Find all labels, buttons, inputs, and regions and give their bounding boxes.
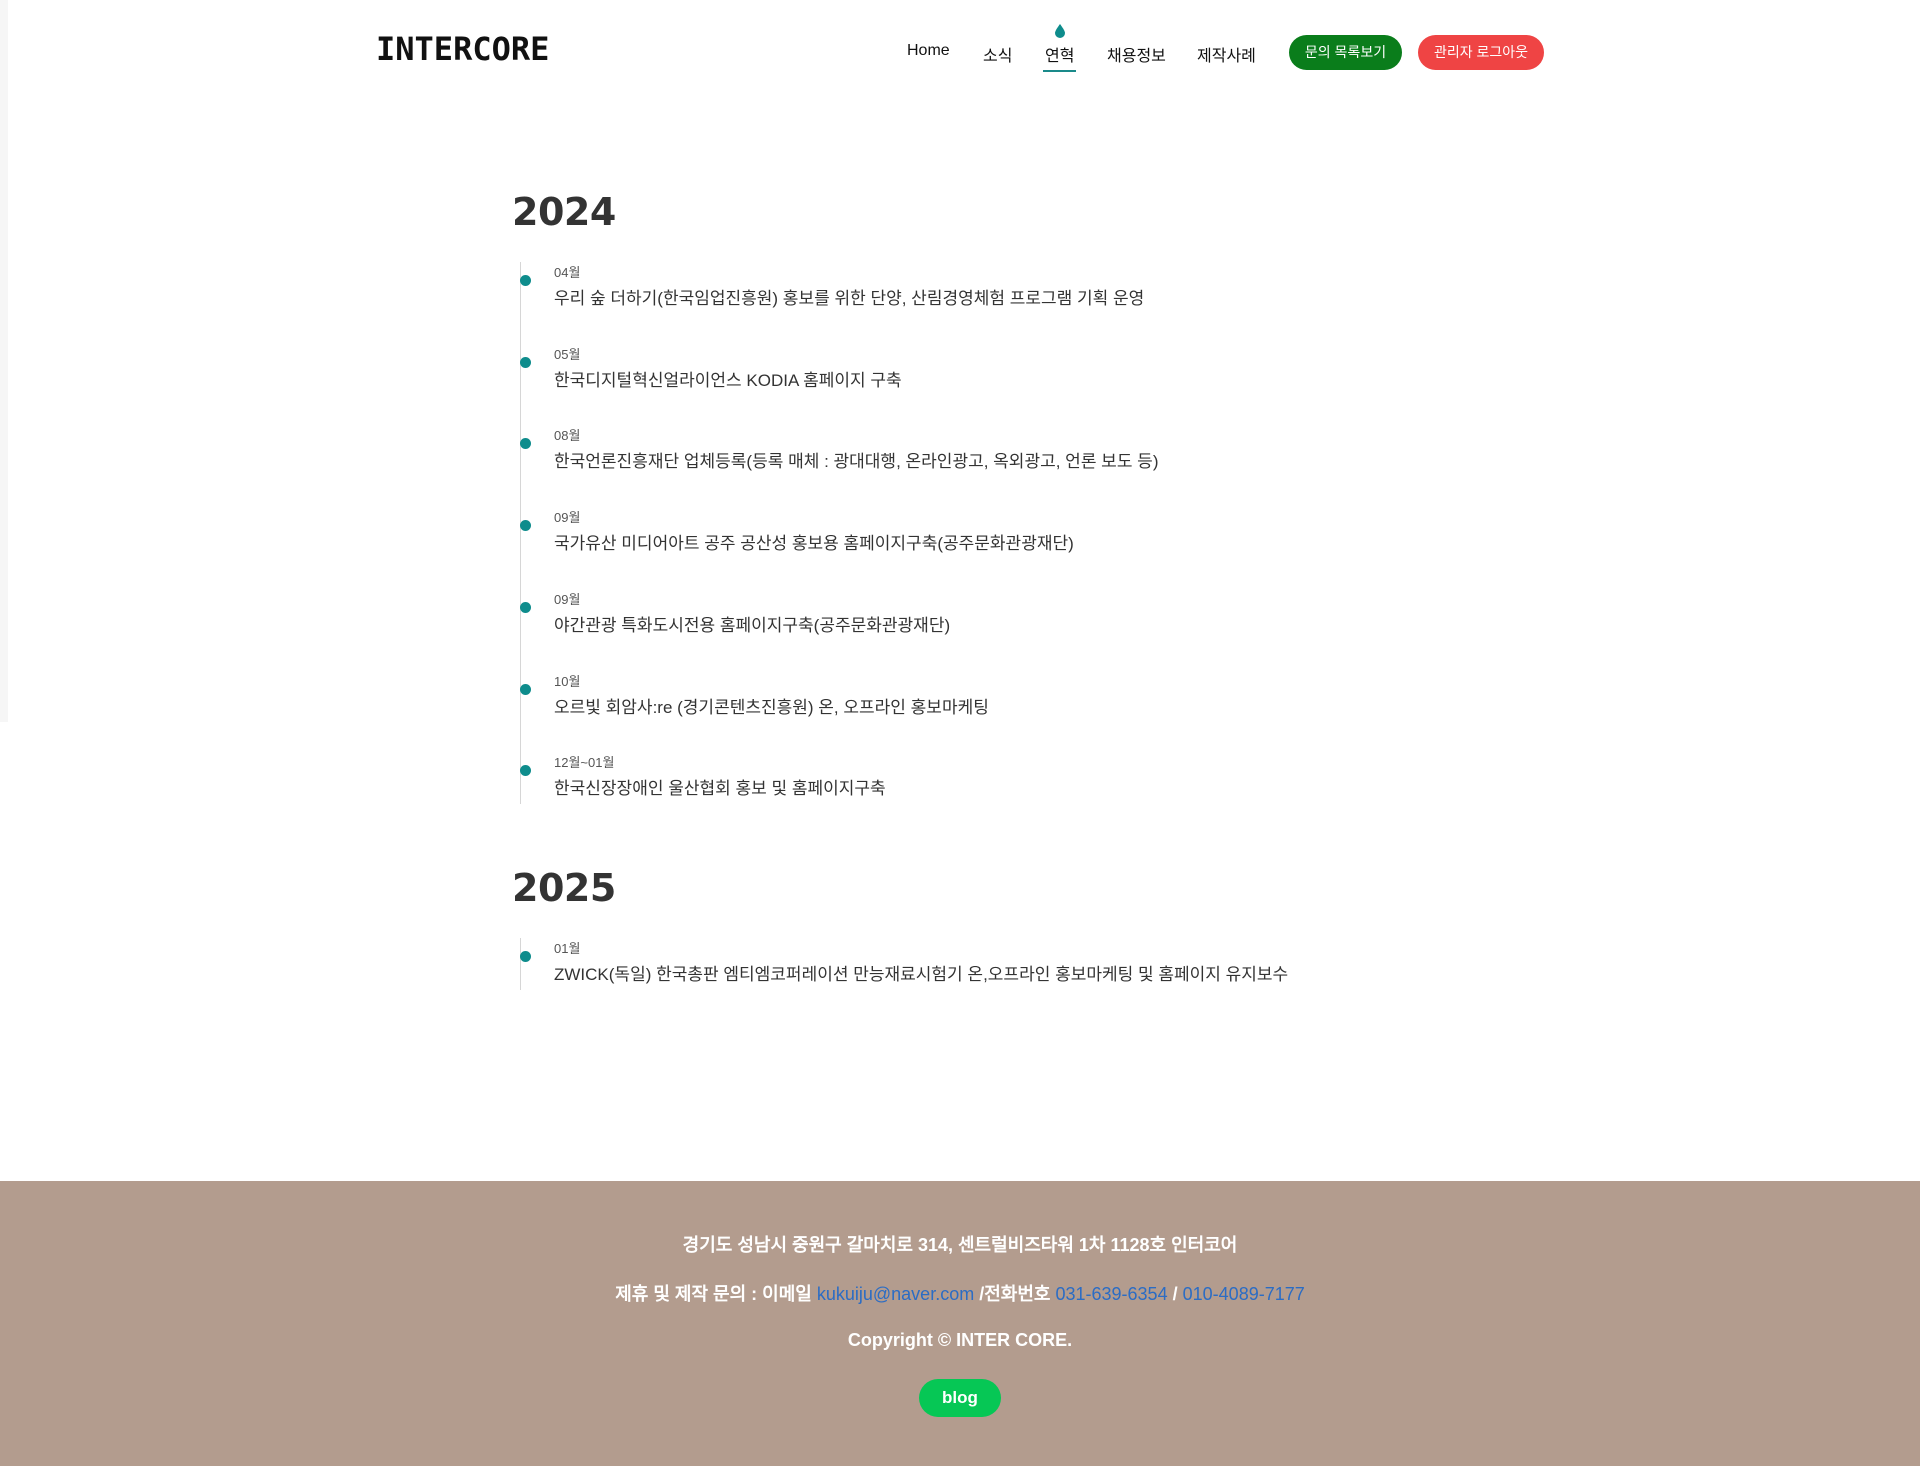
timeline-month: 05월 bbox=[554, 347, 581, 362]
timeline-month: 04월 bbox=[554, 265, 581, 280]
phone-link-2[interactable]: 010-4089-7177 bbox=[1183, 1284, 1305, 1304]
contact-prefix: 제휴 및 제작 문의 : 이메일 bbox=[615, 1284, 812, 1304]
phone-separator: / bbox=[1172, 1284, 1178, 1304]
nav-home[interactable]: Home bbox=[907, 42, 950, 60]
timeline-text: 한국신장장애인 울산협회 홍보 및 홈페이지구축 bbox=[554, 779, 886, 798]
timeline-line bbox=[520, 262, 521, 804]
phone-label: /전화번호 bbox=[979, 1284, 1051, 1304]
year-heading-2025: 2025 bbox=[512, 866, 616, 910]
timeline-text: 우리 숲 더하기(한국임업진흥원) 홍보를 위한 단양, 산림경영체험 프로그램… bbox=[554, 289, 1145, 308]
nav-news[interactable]: 소식 bbox=[983, 42, 1012, 66]
timeline-line bbox=[520, 938, 521, 990]
timeline-text: ZWICK(독일) 한국총판 엠티엠코퍼레이션 만능재료시험기 온,오프라인 홍… bbox=[554, 965, 1289, 984]
timeline-2024: 04월 우리 숲 더하기(한국임업진흥원) 홍보를 위한 단양, 산림경영체험 … bbox=[512, 262, 1412, 804]
timeline-text: 국가유산 미디어아트 공주 공산성 홍보용 홈페이지구축(공주문화관광재단) bbox=[554, 534, 1074, 553]
water-drop-icon bbox=[1055, 24, 1065, 38]
phone-link-1[interactable]: 031-639-6354 bbox=[1055, 1284, 1167, 1304]
timeline-2025: 01월 ZWICK(독일) 한국총판 엠티엠코퍼레이션 만능재료시험기 온,오프… bbox=[512, 938, 1412, 990]
timeline-month: 12월~01월 bbox=[554, 755, 615, 770]
nav-history[interactable]: 연혁 bbox=[1042, 42, 1077, 72]
footer-contact: 제휴 및 제작 문의 : 이메일 kukuiju@naver.com /전화번호… bbox=[0, 1280, 1920, 1306]
timeline-dot bbox=[520, 602, 531, 613]
site-footer: 경기도 성남시 중원구 갈마치로 314, 센트럴비즈타워 1차 1128호 인… bbox=[0, 1181, 1920, 1466]
timeline-month: 08월 bbox=[554, 428, 581, 443]
timeline-text: 오르빛 회암사:re (경기콘텐츠진흥원) 온, 오프라인 홍보마케팅 bbox=[554, 698, 989, 717]
footer-copyright: Copyright © INTER CORE. bbox=[847, 1330, 1073, 1350]
timeline-month: 01월 bbox=[554, 941, 581, 956]
nav-recruit[interactable]: 채용정보 bbox=[1107, 42, 1166, 66]
timeline-month: 09월 bbox=[554, 592, 581, 607]
inquiry-list-button[interactable]: 문의 목록보기 bbox=[1289, 35, 1402, 70]
timeline-text: 야간관광 특화도시전용 홈페이지구축(공주문화관광재단) bbox=[554, 616, 951, 635]
timeline-dot bbox=[520, 520, 531, 531]
timeline-dot bbox=[520, 951, 531, 962]
timeline-dot bbox=[520, 765, 531, 776]
timeline-dot bbox=[520, 684, 531, 695]
main-nav: Home 소식 연혁 채용정보 제작사례 bbox=[0, 42, 1920, 72]
left-edge-shade bbox=[0, 0, 8, 722]
timeline-dot bbox=[520, 275, 531, 286]
timeline-month: 09월 bbox=[554, 510, 581, 525]
footer-address: 경기도 성남시 중원구 갈마치로 314, 센트럴비즈타워 1차 1128호 인… bbox=[682, 1235, 1238, 1255]
timeline-month: 10월 bbox=[554, 674, 581, 689]
admin-logout-button[interactable]: 관리자 로그아웃 bbox=[1418, 35, 1544, 70]
email-link[interactable]: kukuiju@naver.com bbox=[817, 1284, 974, 1304]
nav-portfolio[interactable]: 제작사례 bbox=[1197, 42, 1256, 66]
site-header: INTERCORE Home 소식 연혁 채용정보 제작사례 문의 목록보기 관… bbox=[0, 0, 1920, 104]
blog-button[interactable]: blog bbox=[919, 1379, 1001, 1417]
year-heading-2024: 2024 bbox=[512, 190, 616, 234]
timeline-text: 한국언론진흥재단 업체등록(등록 매체 : 광대대행, 온라인광고, 옥외광고,… bbox=[554, 452, 1159, 471]
timeline-text: 한국디지털혁신얼라이언스 KODIA 홈페이지 구축 bbox=[554, 371, 902, 390]
timeline-dot bbox=[520, 357, 531, 368]
timeline-dot bbox=[520, 438, 531, 449]
